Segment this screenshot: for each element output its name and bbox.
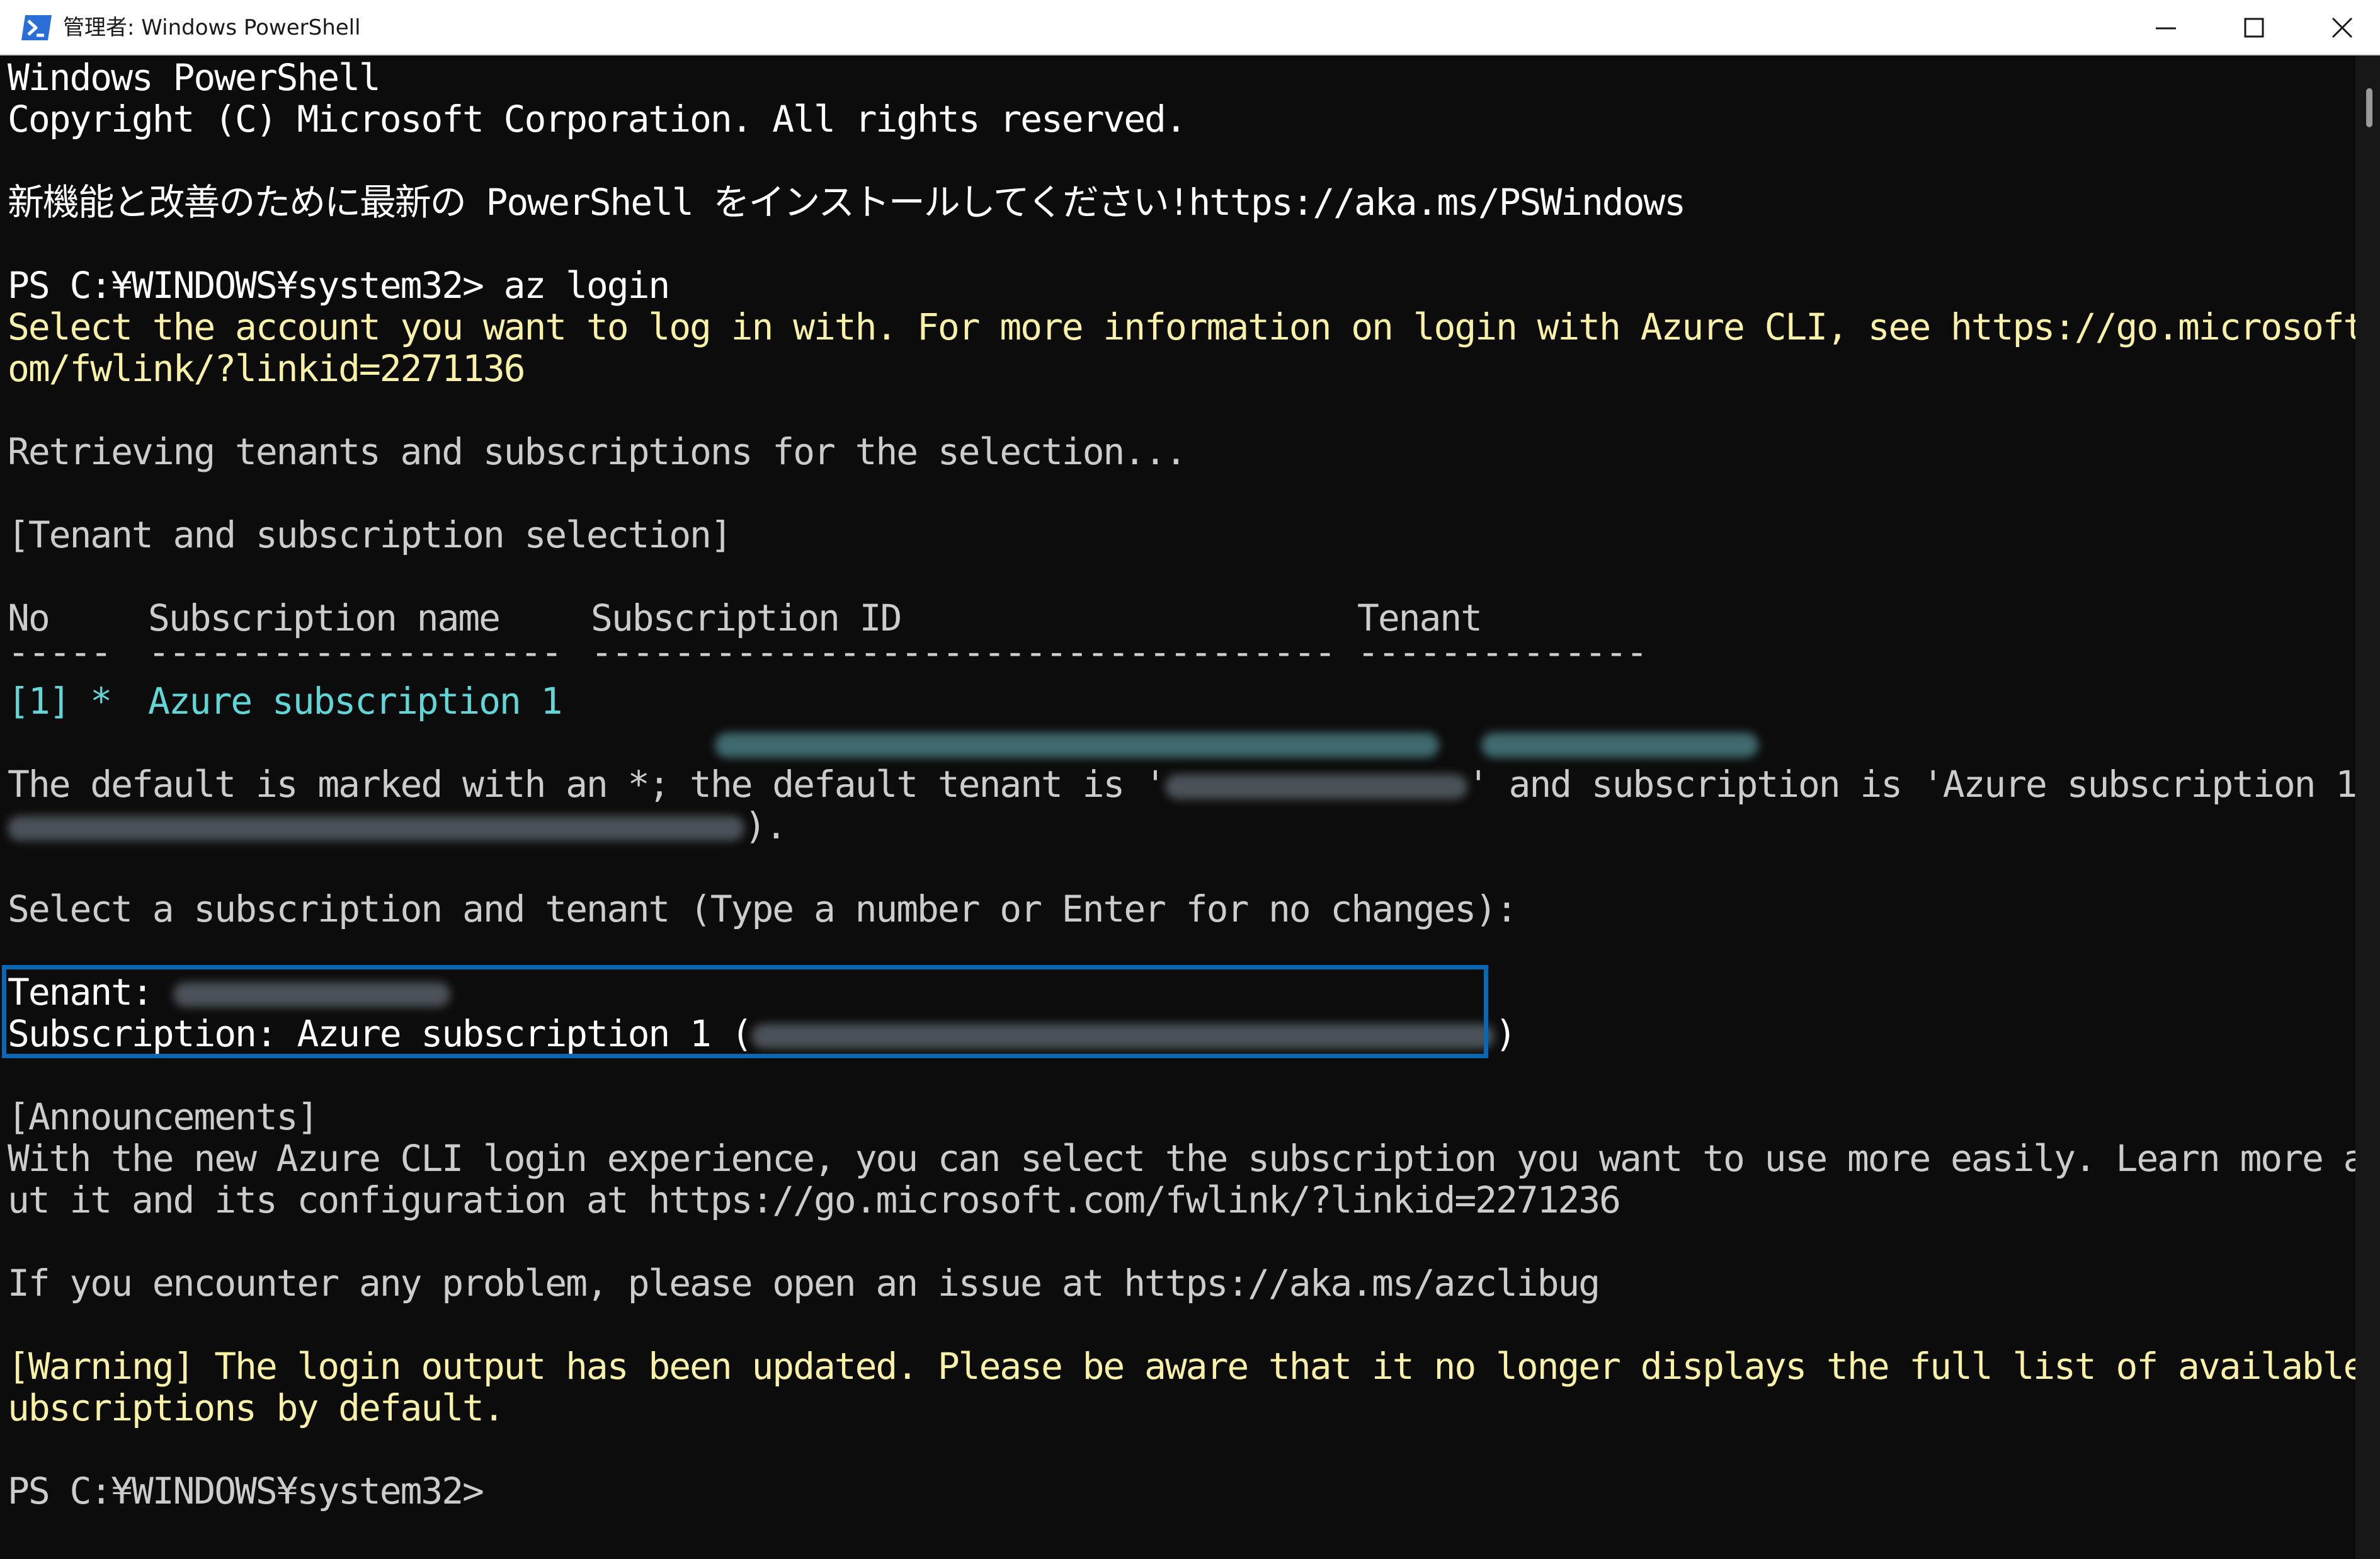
scrollbar-track[interactable] — [2355, 55, 2380, 1559]
console-announcements-title: [Announcements] — [8, 1095, 319, 1138]
console-select-message-cont: om/fwlink/?linkid=2271136 — [8, 347, 526, 390]
console-announcement-line: With the new Azure CLI login experience,… — [8, 1137, 2355, 1180]
minimize-button[interactable] — [2122, 0, 2210, 55]
table-separator-name: -------------------- — [148, 631, 562, 673]
console-warning-line: [Warning] The login output has been upda… — [8, 1345, 2355, 1388]
console-section-title: [Tenant and subscription selection] — [8, 513, 732, 556]
console-announcement-line-cont: ut it and its configuration at https://g… — [8, 1179, 1621, 1221]
console-header-line: Windows PowerShell — [8, 56, 381, 99]
console-default-line-cont: ). — [8, 805, 787, 847]
table-row-no: [1] * — [8, 680, 112, 722]
table-row-name: Azure subscription 1 — [148, 680, 562, 722]
console-command-line: PS C:¥WINDOWS¥system32> az login — [8, 264, 670, 307]
console-problem-line: If you encounter any problem, please ope… — [8, 1262, 1600, 1305]
console-output[interactable]: Windows PowerShell Copyright (C) Microso… — [0, 55, 2355, 1559]
table-separator-no: ----- — [8, 631, 112, 673]
maximize-button[interactable] — [2210, 0, 2298, 55]
powershell-window: 管理者: Windows PowerShell Windows PowerShe… — [0, 0, 2380, 1559]
window-title: 管理者: Windows PowerShell — [63, 15, 361, 40]
redacted-tenant — [1164, 774, 1467, 799]
minimize-icon — [2156, 27, 2176, 30]
console-default-line: The default is marked with an *; the def… — [8, 763, 2355, 806]
close-button[interactable] — [2298, 0, 2380, 55]
console-copyright-line: Copyright (C) Microsoft Corporation. All… — [8, 98, 1187, 140]
maximize-icon — [2244, 18, 2264, 38]
console-warning-line-cont: ubscriptions by default. — [8, 1386, 505, 1429]
console-final-prompt[interactable]: PS C:¥WINDOWS¥system32> — [8, 1470, 484, 1512]
selection-highlight-box — [2, 965, 1488, 1058]
table-separator-tenant: -------------- — [1357, 631, 1648, 673]
table-separator-id: ------------------------------------ — [591, 631, 1336, 673]
title-bar[interactable]: 管理者: Windows PowerShell — [0, 0, 2380, 55]
table-row-tenant-redacted — [1357, 680, 1758, 758]
console-install-message: 新機能と改善のために最新の PowerShell をインストールしてください!h… — [8, 181, 1686, 224]
table-row-id-redacted — [591, 680, 1439, 758]
scrollbar-thumb[interactable] — [2366, 88, 2372, 127]
powershell-icon — [20, 14, 53, 42]
close-icon — [2332, 17, 2353, 38]
console-retrieving-line: Retrieving tenants and subscriptions for… — [8, 430, 1187, 473]
console-select-message: Select the account you want to log in wi… — [8, 306, 2355, 348]
redacted-subscription-id — [8, 815, 744, 841]
console-select-prompt: Select a subscription and tenant (Type a… — [8, 888, 1518, 930]
